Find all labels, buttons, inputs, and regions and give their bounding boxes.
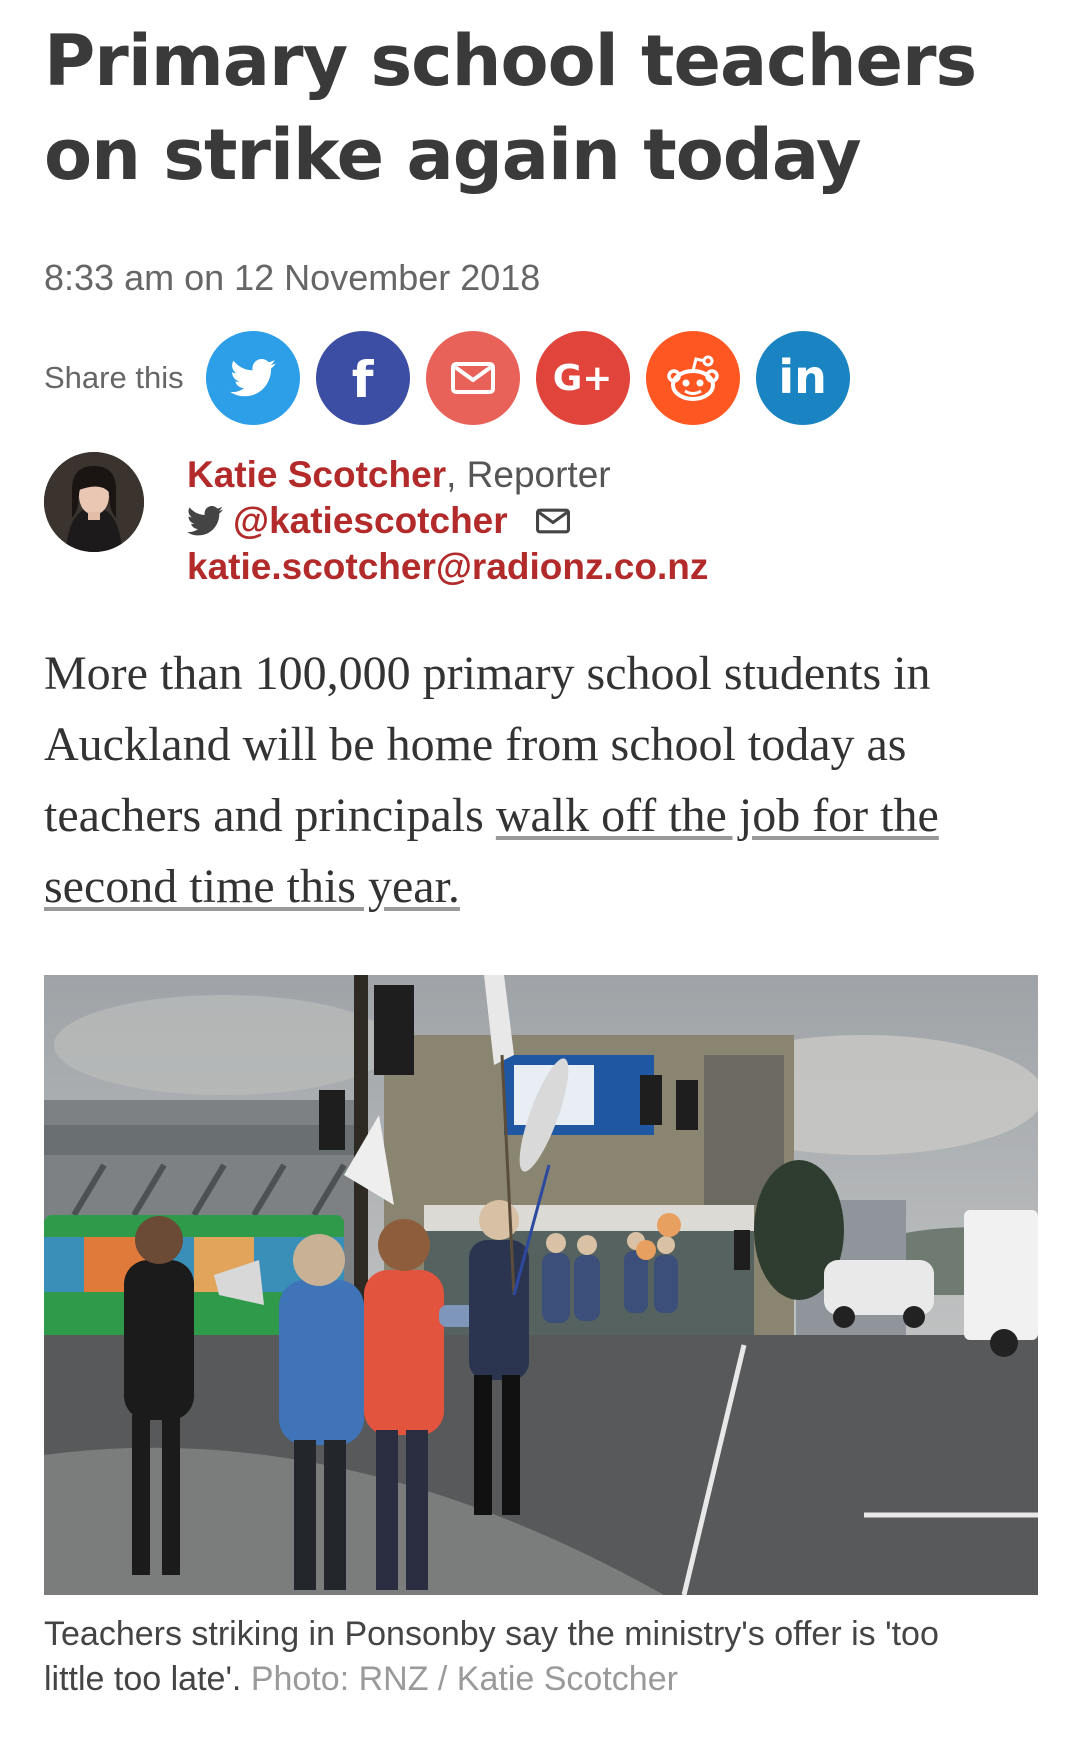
photo-caption: Teachers striking in Ponsonby say the mi…	[44, 1612, 1004, 1702]
share-label: Share this	[44, 360, 184, 395]
author-name-line: Katie Scotcher, Reporter	[187, 452, 708, 498]
author-byline: Katie Scotcher, Reporter @katiescotcher …	[44, 452, 1038, 612]
author-email-icon-link[interactable]	[535, 508, 570, 534]
share-facebook-button[interactable]: f	[315, 331, 410, 425]
facebook-icon: f	[351, 351, 374, 409]
share-reddit-button[interactable]	[645, 331, 740, 425]
envelope-icon	[535, 508, 570, 534]
photo-credit: Photo: RNZ / Katie Scotcher	[250, 1660, 678, 1698]
linkedin-icon: in	[778, 350, 827, 404]
author-twitter-link[interactable]: @katiescotcher	[233, 498, 508, 544]
share-twitter-button[interactable]	[205, 331, 300, 425]
author-contact-line: @katiescotcher	[187, 498, 708, 544]
twitter-bird-icon	[187, 506, 223, 536]
share-google-plus-button[interactable]: G+	[535, 331, 630, 425]
author-info: Katie Scotcher, Reporter @katiescotcher …	[187, 452, 708, 590]
article-lede: More than 100,000 primary school student…	[44, 638, 1004, 922]
article-photo[interactable]	[44, 975, 1038, 1595]
envelope-icon	[450, 362, 495, 394]
author-role: Reporter	[466, 454, 611, 495]
author-role-separator: ,	[446, 454, 467, 495]
author-email-link[interactable]: katie.scotcher@radionz.co.nz	[187, 544, 708, 590]
article-dateline: 8:33 am on 12 November 2018	[44, 257, 541, 298]
share-email-button[interactable]	[425, 331, 520, 425]
author-name[interactable]: Katie Scotcher	[187, 454, 446, 495]
twitter-bird-icon	[229, 359, 276, 397]
strike-photo-illustration	[44, 975, 1038, 1595]
share-linkedin-button[interactable]: in	[755, 331, 850, 425]
author-avatar	[44, 452, 144, 552]
reddit-alien-icon	[666, 355, 719, 401]
share-bar: Share this f G+ in	[44, 330, 866, 426]
article-title: Primary school teachers on strike again …	[44, 20, 977, 196]
google-plus-icon: G+	[552, 357, 613, 399]
